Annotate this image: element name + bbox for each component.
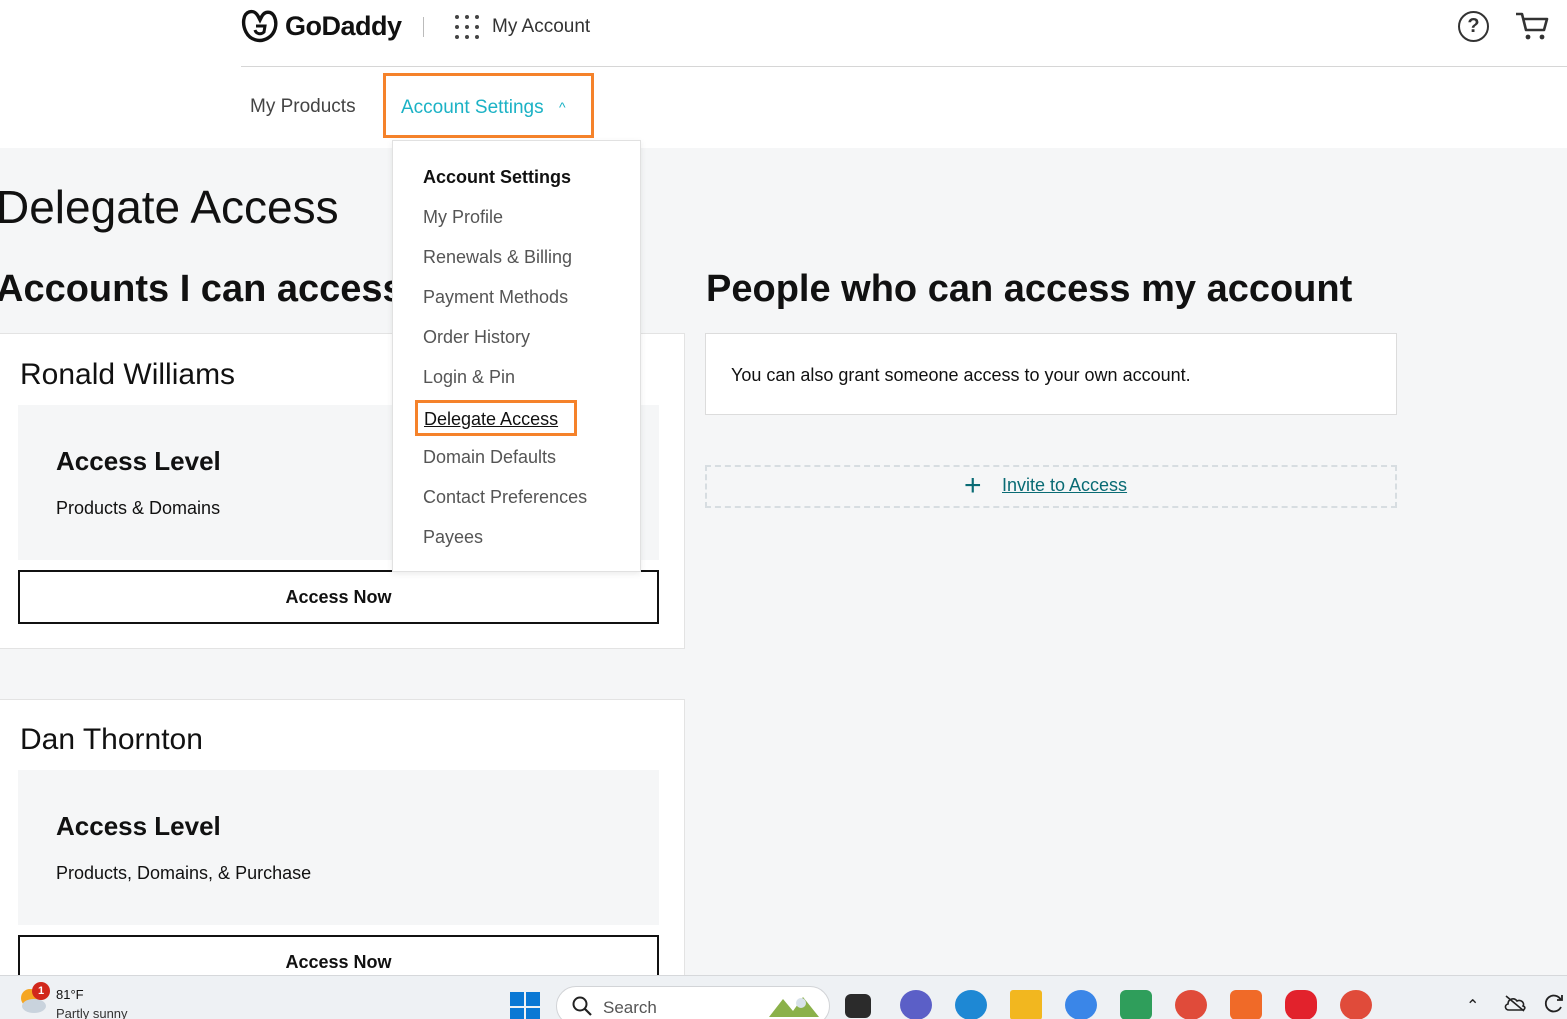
edge-browser-icon[interactable] [955, 990, 987, 1019]
taskbar-search[interactable]: Search [556, 986, 830, 1019]
cloud-sync-icon[interactable] [1503, 994, 1527, 1012]
red-app-icon[interactable] [1285, 990, 1317, 1019]
grant-info-box: You can also grant someone access to you… [705, 333, 1397, 415]
phone-app-icon[interactable] [1230, 990, 1262, 1019]
app-grid-icon[interactable] [455, 15, 479, 39]
header-separator [423, 17, 424, 37]
robot-app-icon[interactable] [1120, 990, 1152, 1019]
invite-to-access-area[interactable]: + Invite to Access [705, 465, 1397, 508]
weather-condition[interactable]: Partly sunny [56, 1006, 128, 1019]
chrome-browser-icon[interactable] [1175, 990, 1207, 1019]
page-title: Delegate Access [0, 181, 339, 233]
file-manager-icon[interactable] [845, 994, 871, 1018]
menu-item-delegate-access-label: Delegate Access [424, 409, 559, 429]
teams-icon[interactable] [900, 990, 932, 1019]
account-name: Ronald Williams [20, 358, 236, 391]
windows-taskbar: 1 81°F Partly sunny Search ⌃ [0, 975, 1567, 1019]
godaddy-logo-icon [241, 9, 278, 43]
app-title[interactable]: My Account [492, 16, 590, 38]
dropdown-title: Account Settings [423, 167, 572, 187]
search-highlight-icon [769, 997, 819, 1017]
weather-temperature[interactable]: 81°F [56, 987, 84, 1002]
search-icon [572, 996, 592, 1016]
folder-icon[interactable] [1010, 990, 1042, 1019]
access-level-label: Access Level [56, 446, 221, 476]
menu-item-order-history[interactable]: Order History [423, 327, 530, 348]
accounts-heading: Accounts I can access [0, 268, 404, 310]
access-level-panel: Access Level Products, Domains, & Purcha… [18, 770, 659, 925]
menu-item-payment-methods[interactable]: Payment Methods [423, 287, 568, 308]
nav-account-settings-label: Account Settings [401, 97, 544, 118]
menu-item-contact-preferences[interactable]: Contact Preferences [423, 487, 587, 508]
chevron-up-icon: ^ [559, 99, 566, 115]
menu-item-delegate-access[interactable]: Delegate Access [415, 400, 577, 436]
help-icon[interactable]: ? [1458, 11, 1489, 42]
access-level-label: Access Level [56, 811, 221, 841]
menu-item-payees[interactable]: Payees [423, 527, 483, 548]
account-settings-dropdown: Account Settings My Profile Renewals & B… [392, 140, 641, 572]
chrome-browser-icon-active[interactable] [1340, 990, 1372, 1019]
access-level-value: Products & Domains [56, 498, 221, 518]
weather-notification-badge: 1 [32, 982, 50, 1000]
godaddy-logo[interactable]: GoDaddy [241, 8, 402, 44]
account-card: Dan Thornton Access Level Products, Doma… [0, 699, 685, 1019]
chevron-up-icon[interactable]: ⌃ [1466, 996, 1479, 1016]
search-placeholder: Search [603, 998, 657, 1017]
access-now-button[interactable]: Access Now [18, 570, 659, 624]
nav-my-products[interactable]: My Products [250, 96, 356, 118]
menu-item-my-profile[interactable]: My Profile [423, 207, 503, 228]
windows-start-icon[interactable] [510, 992, 540, 1019]
refresh-icon[interactable] [1543, 992, 1565, 1014]
invite-to-access-link[interactable]: Invite to Access [1002, 475, 1127, 496]
nav-account-settings[interactable]: Account Settings ^ [383, 73, 594, 138]
menu-item-login-pin[interactable]: Login & Pin [423, 367, 515, 388]
grant-info-text: You can also grant someone access to you… [731, 365, 1191, 385]
account-name: Dan Thornton [20, 723, 203, 756]
menu-item-renewals-billing[interactable]: Renewals & Billing [423, 247, 572, 268]
brand-name: GoDaddy [285, 10, 402, 41]
cart-icon[interactable] [1514, 10, 1550, 42]
site-header: GoDaddy My Account ? My Products Account… [0, 0, 1567, 148]
app-icon[interactable] [1065, 990, 1097, 1019]
plus-icon[interactable]: + [964, 470, 982, 502]
access-level-value: Products, Domains, & Purchase [56, 863, 312, 883]
header-divider [241, 66, 1567, 67]
people-heading: People who can access my account [706, 268, 1353, 310]
menu-item-domain-defaults[interactable]: Domain Defaults [423, 447, 556, 468]
